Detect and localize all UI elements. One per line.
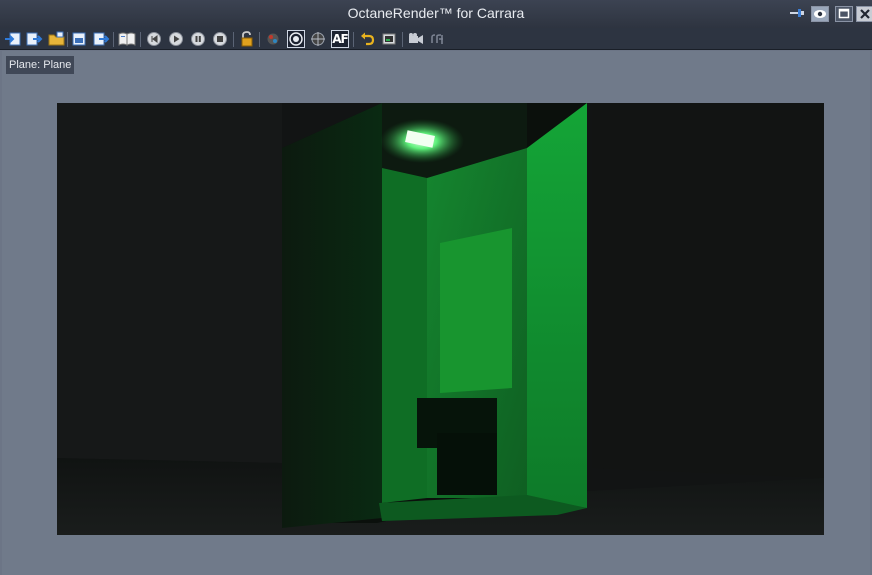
maximize-button[interactable] xyxy=(835,6,853,22)
pause-button[interactable] xyxy=(189,30,207,48)
render-window-icon xyxy=(382,33,396,45)
restart-icon xyxy=(147,32,161,46)
toolbar-separator xyxy=(67,32,68,47)
scene-button[interactable] xyxy=(70,30,88,48)
folder-icon xyxy=(48,31,64,46)
restart-button[interactable] xyxy=(145,30,163,48)
toolbar-separator xyxy=(233,32,234,47)
close-button[interactable] xyxy=(856,6,872,22)
toolbar-separator xyxy=(353,32,354,47)
eye-icon xyxy=(814,10,826,18)
material-button[interactable] xyxy=(264,30,282,48)
export-icon xyxy=(26,32,42,46)
export-button[interactable] xyxy=(25,30,43,48)
reference-button[interactable] xyxy=(429,30,447,48)
render-region-button[interactable] xyxy=(380,30,398,48)
manual-button[interactable] xyxy=(118,30,136,48)
close-icon xyxy=(860,9,870,19)
lock-icon xyxy=(241,31,253,47)
autofocus-label: AF xyxy=(332,32,349,46)
pin-icon xyxy=(790,9,804,17)
undo-icon xyxy=(361,32,375,46)
lock-button[interactable] xyxy=(238,30,256,48)
toolbar-separator xyxy=(140,32,141,47)
import-button[interactable] xyxy=(3,30,21,48)
movie-camera-icon xyxy=(409,33,423,44)
render-view[interactable] xyxy=(57,103,824,535)
reference-icon xyxy=(431,34,443,44)
focus-button[interactable] xyxy=(309,30,327,48)
pause-icon xyxy=(191,32,205,46)
stop-icon xyxy=(213,32,227,46)
play-icon xyxy=(169,32,183,46)
toolbar-separator xyxy=(402,32,403,47)
import-icon xyxy=(4,32,20,46)
camera-lens-icon xyxy=(289,32,303,46)
material-sphere-icon xyxy=(267,33,279,45)
undo-button[interactable] xyxy=(358,30,376,48)
toolbar-separator xyxy=(113,32,114,47)
toolbar: AF xyxy=(0,28,872,50)
pin-button[interactable] xyxy=(788,6,806,22)
window-title: OctaneRender™ for Carrara xyxy=(347,5,525,21)
play-button[interactable] xyxy=(167,30,185,48)
movie-camera-button[interactable] xyxy=(407,30,425,48)
autofocus-button[interactable]: AF xyxy=(331,30,349,48)
render-image xyxy=(57,103,824,535)
book-icon xyxy=(118,32,136,46)
crosshair-icon xyxy=(311,32,325,46)
send-icon xyxy=(93,32,109,46)
stop-button[interactable] xyxy=(211,30,229,48)
maximize-icon xyxy=(838,8,850,19)
toolbar-separator xyxy=(259,32,260,47)
send-button[interactable] xyxy=(92,30,110,48)
camera-button[interactable] xyxy=(287,30,305,48)
visibility-button[interactable] xyxy=(811,6,829,22)
scene-icon xyxy=(72,32,85,46)
viewport-label: Plane: Plane xyxy=(6,56,75,74)
title-bar: OctaneRender™ for Carrara xyxy=(0,0,872,28)
open-folder-button[interactable] xyxy=(47,30,65,48)
